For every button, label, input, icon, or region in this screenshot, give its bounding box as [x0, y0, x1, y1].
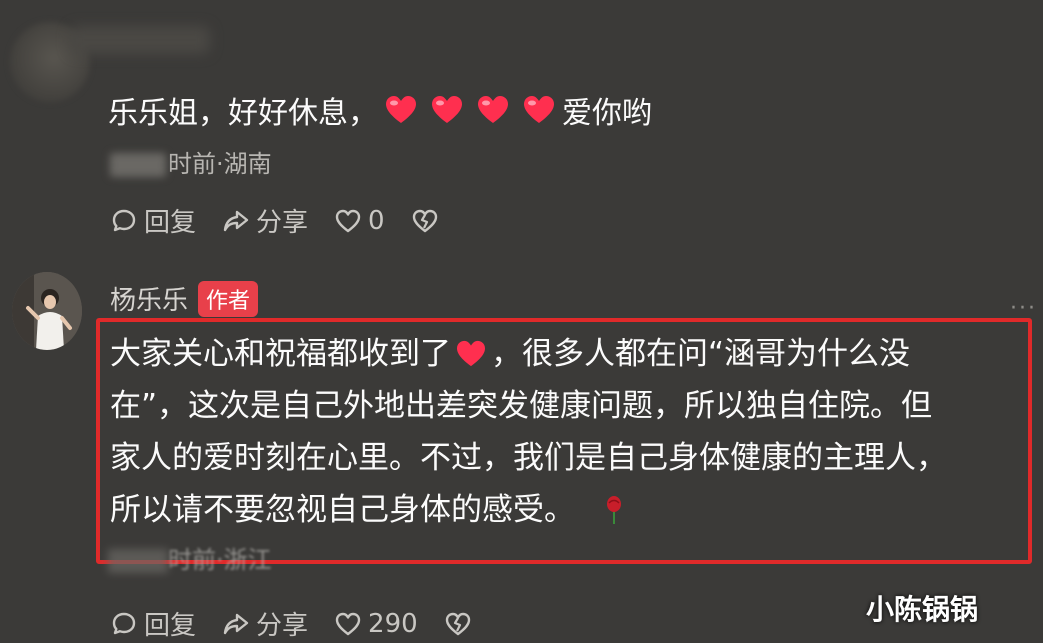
share-icon — [223, 613, 249, 634]
reply-meta: 时前·浙江 — [108, 540, 272, 575]
comment-icon — [112, 612, 136, 634]
like-button[interactable]: 0 — [334, 206, 385, 236]
share-button[interactable]: 分享 — [222, 202, 308, 239]
dislike-icon — [412, 209, 437, 232]
author-line: 杨乐乐 作者 — [110, 280, 259, 317]
reply-actions: 回复 分享 290 — [110, 605, 472, 642]
author-photo-icon — [12, 272, 82, 350]
like-count: 0 — [368, 205, 385, 236]
author-avatar[interactable] — [12, 272, 82, 350]
reply-text: 大家关心和祝福都收到了 ，很多人都在问“涵哥为什么没 在”，这次是自己外地出差突… — [110, 328, 1015, 536]
dislike-button[interactable] — [444, 610, 472, 638]
reply-line-text: 所以请不要忽视自己身体的感受。 — [110, 492, 575, 528]
heart-emoji-icon — [457, 340, 485, 367]
share-label: 分享 — [256, 611, 309, 641]
reply-label: 回复 — [144, 611, 197, 641]
reply-button[interactable]: 回复 — [110, 605, 196, 642]
comment-text: 乐乐姐，好好休息， 爱你哟 — [108, 88, 652, 132]
reply-line-2: 在”，这次是自己外地出差突发健康问题，所以独自住院。但 — [110, 380, 1015, 432]
comment-text-part: 爱你哟 — [562, 96, 652, 131]
comment-meta: 时前·湖南 — [110, 144, 272, 179]
reply-line-text: ，很多人都在问“涵哥为什么没 — [491, 336, 911, 372]
username-blurred — [70, 26, 210, 54]
reply-line-4: 所以请不要忽视自己身体的感受。 — [110, 484, 1015, 536]
time-location: 时前·湖南 — [168, 150, 272, 178]
rose-emoji-icon — [607, 496, 621, 524]
dislike-icon — [445, 612, 470, 635]
reply-button[interactable]: 回复 — [110, 202, 196, 239]
like-count: 290 — [368, 608, 418, 639]
reply-line-text: 家人的爱时刻在心里。不过，我们是自己身体健康的主理人， — [110, 440, 947, 476]
like-icon — [335, 612, 361, 635]
heart-emoji-icon — [524, 96, 554, 123]
heart-emoji-icon — [478, 96, 508, 123]
time-location: 时前·浙江 — [168, 546, 272, 574]
reply-line-text: 在”，这次是自己外地出差突发健康问题，所以独自住院。但 — [110, 388, 933, 424]
heart-emoji-icon — [432, 96, 462, 123]
heart-emoji-icon — [386, 96, 416, 123]
time-blurred — [108, 549, 168, 573]
author-name[interactable]: 杨乐乐 — [110, 280, 188, 317]
share-button[interactable]: 分享 — [222, 605, 308, 642]
like-icon — [335, 209, 361, 232]
comment-actions: 回复 分享 0 — [110, 202, 439, 239]
author-badge: 作者 — [198, 280, 259, 317]
watermark: 小陈锅锅 — [866, 593, 979, 626]
like-button[interactable]: 290 — [334, 609, 418, 639]
reply-label: 回复 — [144, 208, 197, 238]
reply-line-text: 大家关心和祝福都收到了 — [110, 336, 451, 372]
time-blurred — [110, 153, 166, 177]
dislike-button[interactable] — [411, 207, 439, 235]
comment-text-part: 乐乐姐，好好休息， — [108, 96, 378, 131]
reply-line-3: 家人的爱时刻在心里。不过，我们是自己身体健康的主理人， — [110, 432, 1015, 484]
share-icon — [223, 210, 249, 231]
reply-line-1: 大家关心和祝福都收到了 ，很多人都在问“涵哥为什么没 — [110, 328, 1015, 380]
comment-icon — [112, 209, 136, 231]
share-label: 分享 — [256, 208, 309, 238]
